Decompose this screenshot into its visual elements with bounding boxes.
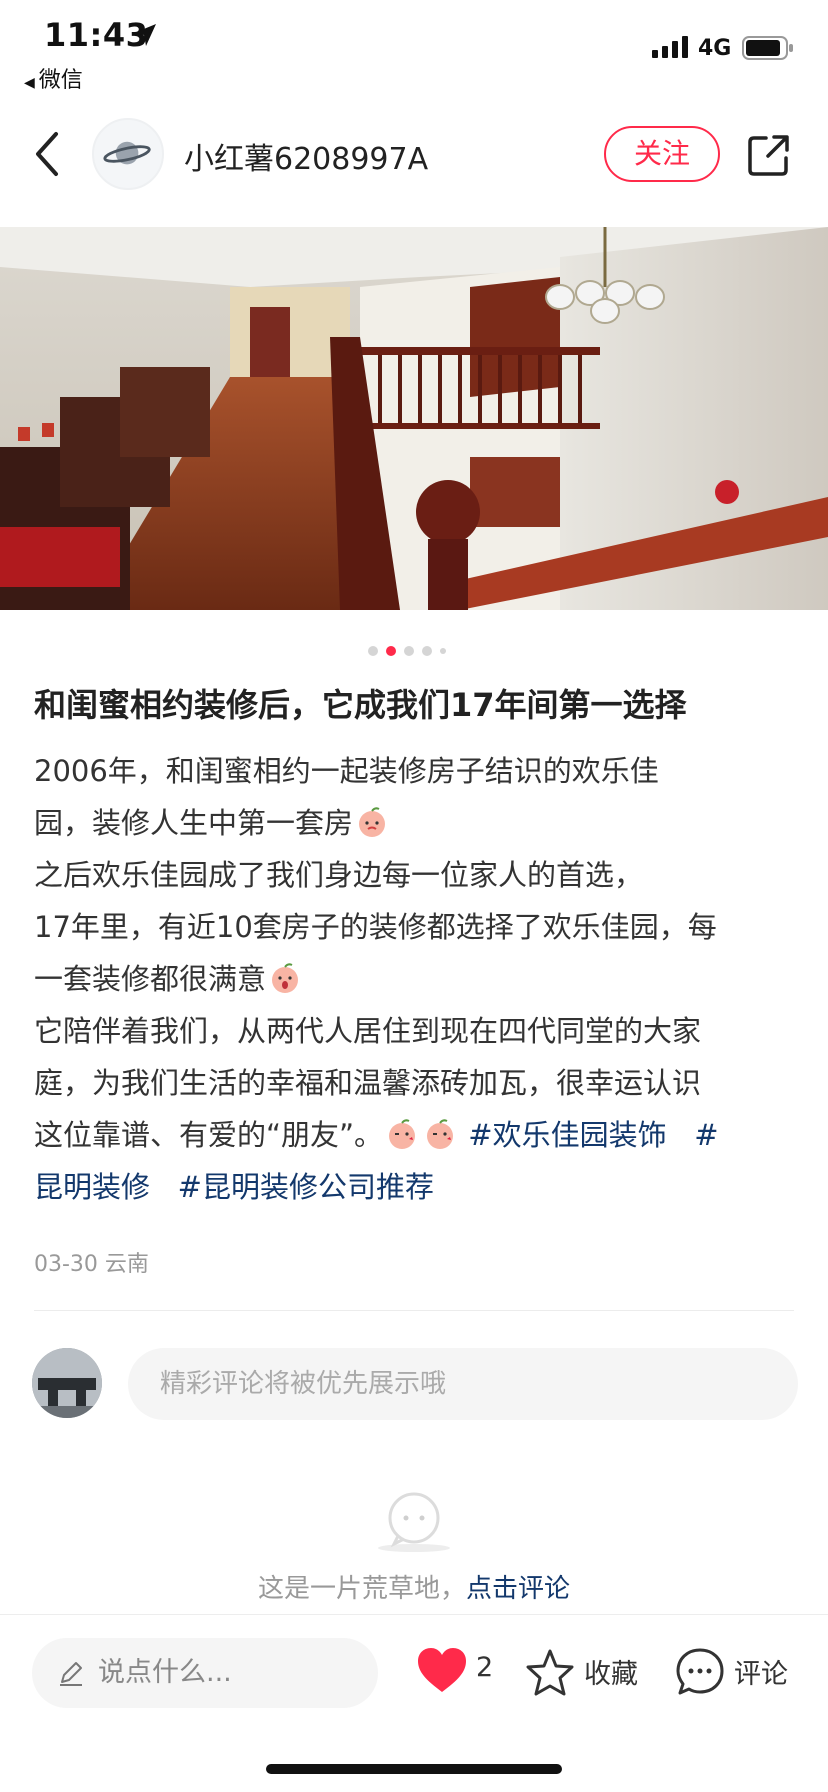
user-avatar (32, 1348, 102, 1418)
star-icon[interactable] (524, 1648, 576, 1698)
comment-bubble-icon[interactable] (674, 1646, 726, 1698)
post-header: 小红薯6208997A 关注 (0, 104, 828, 204)
post-line: 2006年，和闺蜜相约一起装修房子结识的欢乐佳 (34, 754, 659, 788)
interior-photo-image (0, 227, 828, 610)
say-something-placeholder: 说点什么... (98, 1657, 232, 1688)
comment-input[interactable]: 精彩评论将被优先展示哦 (128, 1348, 798, 1420)
author-name[interactable]: 小红薯6208997A (184, 134, 428, 178)
hashtag-link[interactable]: # (694, 1118, 718, 1152)
carousel-dot (404, 646, 414, 656)
peach-surprised-emoji-icon (272, 963, 299, 993)
post-line: 之后欢乐佳园成了我们身边每一位家人的首选， (34, 858, 644, 892)
back-app-label: 微信 (38, 68, 83, 93)
empty-comment-text: 这是一片荒草地，点击评论 (0, 1568, 828, 1605)
carousel-dot (422, 646, 432, 656)
post-title: 和闺蜜相约装修后，它成我们17年间第一选择 (34, 686, 687, 724)
user-avatar-image (32, 1348, 102, 1418)
heart-icon[interactable] (416, 1646, 468, 1694)
peach-emoji-icon (359, 807, 386, 837)
back-triangle-icon: ◀ (24, 75, 35, 91)
tap-to-comment-link[interactable]: 点击评论 (466, 1574, 570, 1604)
divider (34, 1310, 794, 1311)
post-photo[interactable] (0, 227, 828, 610)
hashtag-link[interactable]: #欢乐佳园装饰 (468, 1118, 666, 1152)
status-bar: 11:43 ◀ 微信 4G (0, 0, 828, 94)
author-avatar[interactable] (92, 118, 164, 190)
carousel-dot-active (386, 646, 396, 656)
signal-icon (652, 36, 688, 58)
post-line: 它陪伴着我们，从两代人居住到现在四代同堂的大家 (34, 1014, 702, 1048)
carousel-dot (368, 646, 378, 656)
follow-button[interactable]: 关注 (604, 126, 720, 182)
peach-kiss-emoji-icon (389, 1119, 416, 1149)
network-type: 4G (698, 36, 732, 61)
post-line-with-emoji: 一套装修都很满意 (34, 953, 804, 1005)
back-chevron-icon[interactable] (30, 128, 66, 180)
post-line-tags: 昆明装修 #昆明装修公司推荐 (34, 1161, 804, 1213)
share-icon[interactable] (746, 132, 792, 178)
hashtag-link[interactable]: 昆明装修 (34, 1170, 150, 1204)
post-line: 庭，为我们生活的幸福和温馨添砖加瓦，很幸运认识 (34, 1066, 702, 1100)
empty-comment-icon (378, 1492, 450, 1552)
post-line-with-tags: 这位靠谱、有爱的“朋友”。 #欢乐佳园装饰 # (34, 1118, 719, 1152)
hashtag-link[interactable]: #昆明装修公司推荐 (178, 1170, 434, 1204)
battery-icon (742, 36, 793, 60)
post-line: 17年里，有近10套房子的装修都选择了欢乐佳园，每 (34, 910, 717, 944)
like-count: 2 (476, 1652, 494, 1683)
home-indicator[interactable] (266, 1764, 562, 1774)
comment-label[interactable]: 评论 (734, 1652, 788, 1691)
favorite-label[interactable]: 收藏 (584, 1652, 638, 1691)
back-to-app-link[interactable]: ◀ 微信 (24, 62, 83, 94)
say-something-input[interactable]: 说点什么... (32, 1638, 378, 1708)
empty-comment-label: 这是一片荒草地， (257, 1574, 466, 1604)
planet-icon (103, 141, 151, 165)
peach-kiss-emoji-icon (427, 1119, 454, 1149)
carousel-dot (440, 648, 446, 654)
location-arrow-icon (134, 24, 156, 46)
post-date-location: 03-30 云南 (34, 1252, 149, 1277)
carousel-dots (368, 645, 446, 657)
post-body: 2006年，和闺蜜相约一起装修房子结识的欢乐佳 园，装修人生中第一套房 之后欢乐… (34, 745, 804, 1213)
bottom-divider (0, 1614, 828, 1615)
pen-icon (60, 1662, 82, 1686)
post-line-with-emoji: 园，装修人生中第一套房 (34, 797, 804, 849)
